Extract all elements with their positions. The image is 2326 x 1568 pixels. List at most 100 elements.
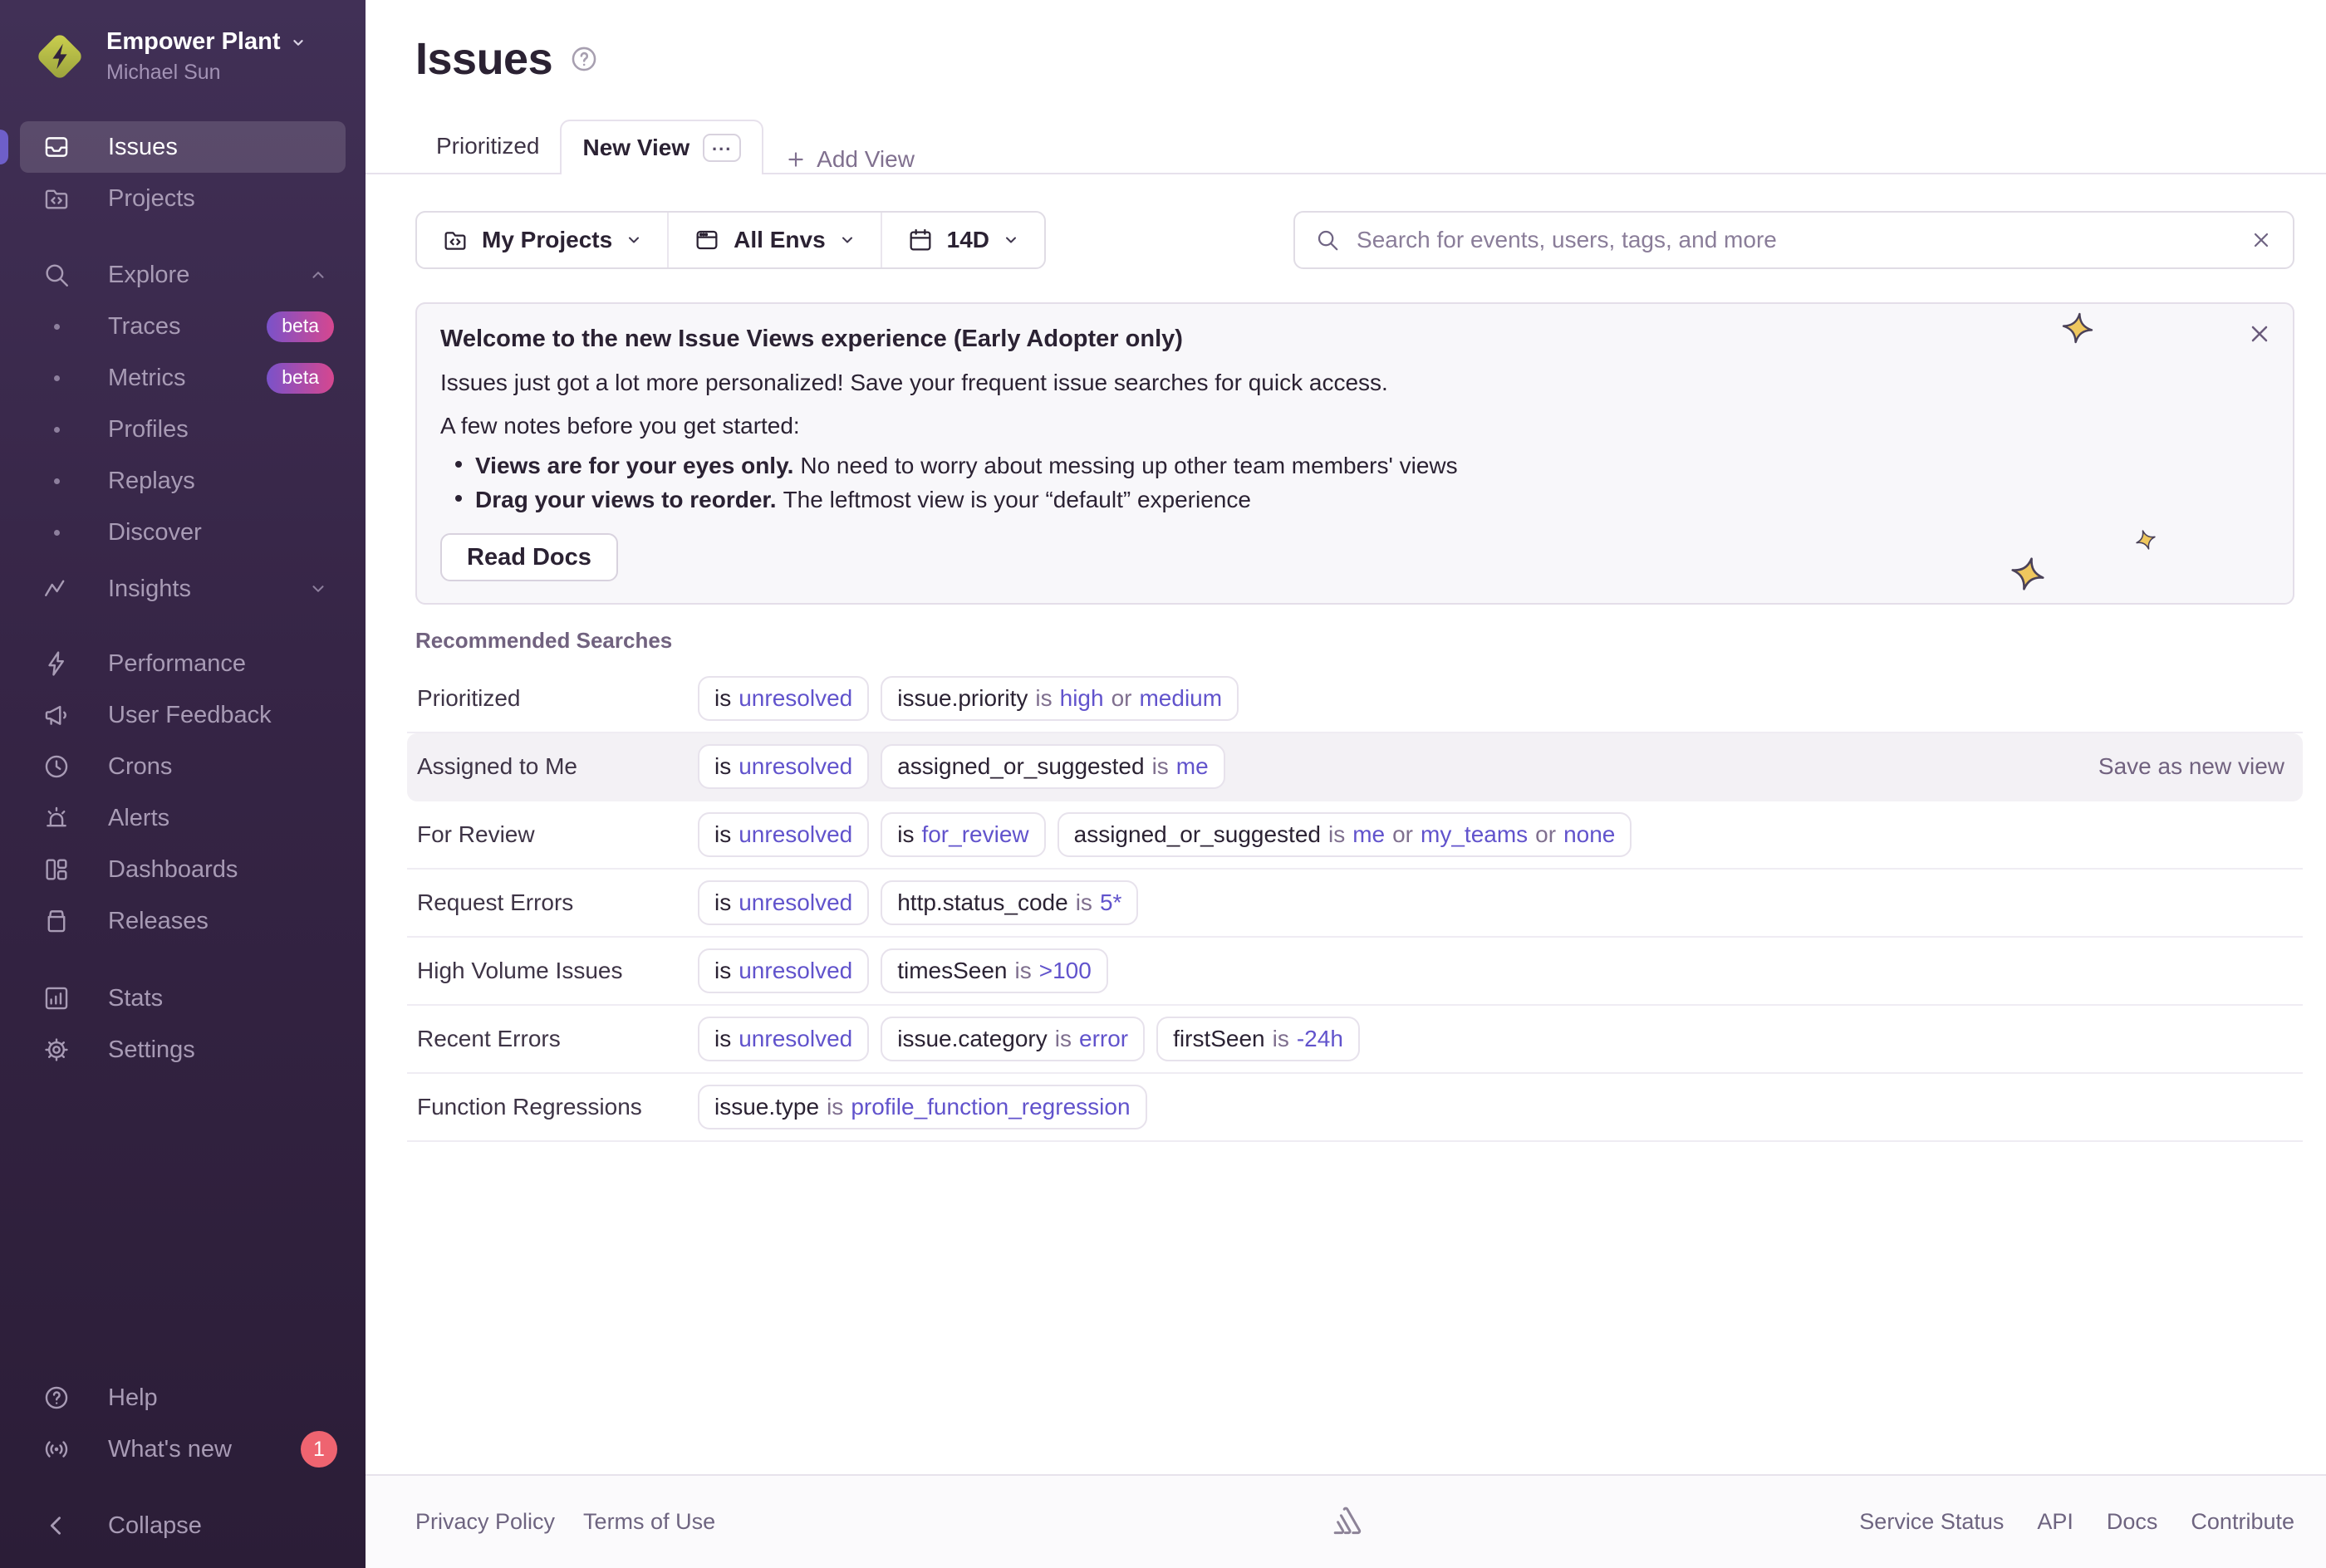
recommended-row-request-errors[interactable]: Request Errorsisunresolvedhttp.status_co…	[407, 870, 2303, 938]
query-token: is	[1076, 889, 1092, 916]
recommended-row-high-volume-issues[interactable]: High Volume Issuesisunresolved timesSeen i…	[407, 938, 2303, 1006]
sentry-logo-icon	[1326, 1502, 1366, 1542]
sidebar-item-stats[interactable]: Stats	[20, 973, 346, 1024]
query-token: timesSeen	[897, 958, 1007, 984]
sidebar-item-issues[interactable]: Issues	[20, 121, 346, 173]
query-token: is	[827, 1094, 843, 1120]
footer-link-contribute[interactable]: Contribute	[2191, 1509, 2294, 1535]
sidebar-item-label: Help	[108, 1384, 158, 1412]
sidebar-nav: Issues Projects Explore TracesbetaMetrics…	[20, 121, 346, 1568]
query-pill[interactable]: isunresolved	[698, 812, 869, 857]
sidebar-item-discover[interactable]: Discover	[20, 507, 346, 558]
collapse-label: Collapse	[108, 1512, 202, 1540]
sidebar-item-user-feedback[interactable]: User Feedback	[20, 689, 346, 741]
issue-views-banner: Welcome to the new Issue Views experienc…	[415, 302, 2294, 605]
sidebar-item-explore[interactable]: Explore	[20, 249, 346, 301]
query-token: me	[1352, 821, 1385, 848]
sidebar-item-dashboards[interactable]: Dashboards	[20, 844, 346, 895]
query-pill[interactable]: isunresolved	[698, 1017, 869, 1061]
query-token: is	[714, 1026, 731, 1052]
footer-link-docs[interactable]: Docs	[2107, 1509, 2158, 1535]
footer-link-api[interactable]: API	[2037, 1509, 2073, 1535]
query-token: is	[714, 753, 731, 780]
date-filter-button[interactable]: 14D	[881, 213, 1044, 267]
sidebar-item-alerts[interactable]: Alerts	[20, 792, 346, 844]
query-pills: isunresolved issue.categoryiserrorfirstSe…	[698, 1017, 1360, 1061]
sidebar-item-projects[interactable]: Projects	[20, 173, 346, 224]
query-pill[interactable]: assigned_or_suggestedisme	[881, 744, 1224, 789]
query-pill[interactable]: http.status_codeis5*	[881, 880, 1138, 925]
sidebar-item-performance[interactable]: Performance	[20, 638, 346, 689]
query-token: my_teams	[1421, 821, 1528, 848]
query-pill[interactable]: isunresolved	[698, 676, 869, 721]
project-filter-button[interactable]: My Projects	[417, 213, 667, 267]
environment-filter-button[interactable]: All Envs	[667, 213, 880, 267]
sidebar-item-label: Issues	[108, 134, 178, 161]
query-pill[interactable]: isunresolved	[698, 744, 869, 789]
query-pill[interactable]: firstSeenis-24h	[1156, 1017, 1360, 1061]
recommended-row-assigned-to-me[interactable]: Assigned to Meisunresolvedassigned_or_su…	[407, 733, 2303, 801]
query-pills: isunresolved assigned_or_suggestedisme	[698, 744, 1225, 789]
chevron-up-icon	[309, 266, 327, 284]
recommended-row-function-regressions[interactable]: Function Regressionsissue.typeisprofile_…	[407, 1074, 2303, 1142]
clear-search-icon[interactable]	[2250, 228, 2273, 252]
query-pill[interactable]: isunresolved	[698, 880, 869, 925]
query-pill[interactable]: timesSeen is >100	[881, 948, 1108, 993]
close-icon[interactable]	[2246, 321, 2273, 347]
sidebar-item-what-s-new[interactable]: What's new1	[20, 1423, 346, 1475]
banner-title: Welcome to the new Issue Views experienc…	[440, 326, 2270, 353]
footer-link-privacy-policy[interactable]: Privacy Policy	[415, 1509, 555, 1535]
add-view-button[interactable]: Add View	[763, 146, 936, 173]
projects-icon	[442, 227, 469, 253]
footer-link-service-status[interactable]: Service Status	[1859, 1509, 2004, 1535]
search-bar	[1293, 211, 2294, 269]
broadcast-icon	[42, 1434, 71, 1464]
recommended-row-for-review[interactable]: For Reviewisunresolvedisfor_reviewassign…	[407, 801, 2303, 870]
sidebar-item-help[interactable]: Help	[20, 1372, 346, 1423]
sidebar-item-traces[interactable]: Tracesbeta	[20, 301, 346, 352]
recommended-row-label: High Volume Issues	[417, 958, 698, 984]
project-filter-label: My Projects	[482, 227, 612, 253]
sidebar-item-releases[interactable]: Releases	[20, 895, 346, 947]
calendar-icon	[907, 227, 934, 253]
sidebar-item-settings[interactable]: Settings	[20, 1024, 346, 1076]
sidebar-item-label: Traces	[108, 313, 181, 341]
sidebar-item-metrics[interactable]: Metricsbeta	[20, 352, 346, 404]
tab-options-ellipsis-button[interactable]: ...	[703, 134, 741, 162]
search-input[interactable]	[1355, 226, 2235, 254]
page-title: Issues	[415, 33, 552, 85]
footer-right-links: Service Status API Docs Contribute	[1859, 1509, 2294, 1535]
org-names: Empower Plant Michael Sun	[106, 28, 307, 85]
query-pill[interactable]: isunresolved	[698, 948, 869, 993]
query-pill[interactable]: assigned_or_suggestedismeormy_teamsornon…	[1057, 812, 1632, 857]
org-logo-icon	[33, 30, 86, 83]
sidebar-item-replays[interactable]: Replays	[20, 455, 346, 507]
stats-icon	[42, 983, 71, 1013]
query-token: -24h	[1297, 1026, 1343, 1052]
query-pill[interactable]: issue.categoryiserror	[881, 1017, 1145, 1061]
bullet-dot	[54, 478, 60, 484]
help-circle-icon[interactable]	[569, 44, 599, 74]
sidebar-item-profiles[interactable]: Profiles	[20, 404, 346, 455]
tab-new-view[interactable]: New View ...	[560, 120, 763, 174]
gear-icon	[42, 1035, 71, 1065]
query-pill[interactable]: isfor_review	[881, 812, 1045, 857]
sidebar-item-insights[interactable]: Insights	[20, 563, 346, 615]
save-as-new-view-link[interactable]: Save as new view	[2098, 753, 2293, 780]
query-pill[interactable]: issue.typeisprofile_function_regression	[698, 1085, 1147, 1129]
query-pill[interactable]: issue.priorityishighormedium	[881, 676, 1239, 721]
org-switcher[interactable]: Empower Plant Michael Sun	[33, 28, 346, 85]
recommended-row-recent-errors[interactable]: Recent Errorsisunresolvedissue.categoryi…	[407, 1006, 2303, 1074]
query-token: is	[1015, 958, 1032, 984]
sidebar-item-crons[interactable]: Crons	[20, 741, 346, 792]
read-docs-button[interactable]: Read Docs	[440, 533, 618, 581]
recommended-row-prioritized[interactable]: Prioritizedisunresolvedissue.priorityish…	[407, 665, 2303, 733]
query-token: for_review	[921, 821, 1028, 848]
tab-prioritized[interactable]: Prioritized	[415, 120, 560, 173]
banner-notes-label: A few notes before you get started:	[440, 413, 2270, 439]
sidebar-bottom: Help What's new1 Collapse	[20, 1372, 346, 1568]
query-token: is	[1055, 1026, 1072, 1052]
footer-link-terms-of-use[interactable]: Terms of Use	[583, 1509, 715, 1535]
query-token: >100	[1039, 958, 1092, 984]
sidebar-collapse-button[interactable]: Collapse	[20, 1500, 346, 1551]
